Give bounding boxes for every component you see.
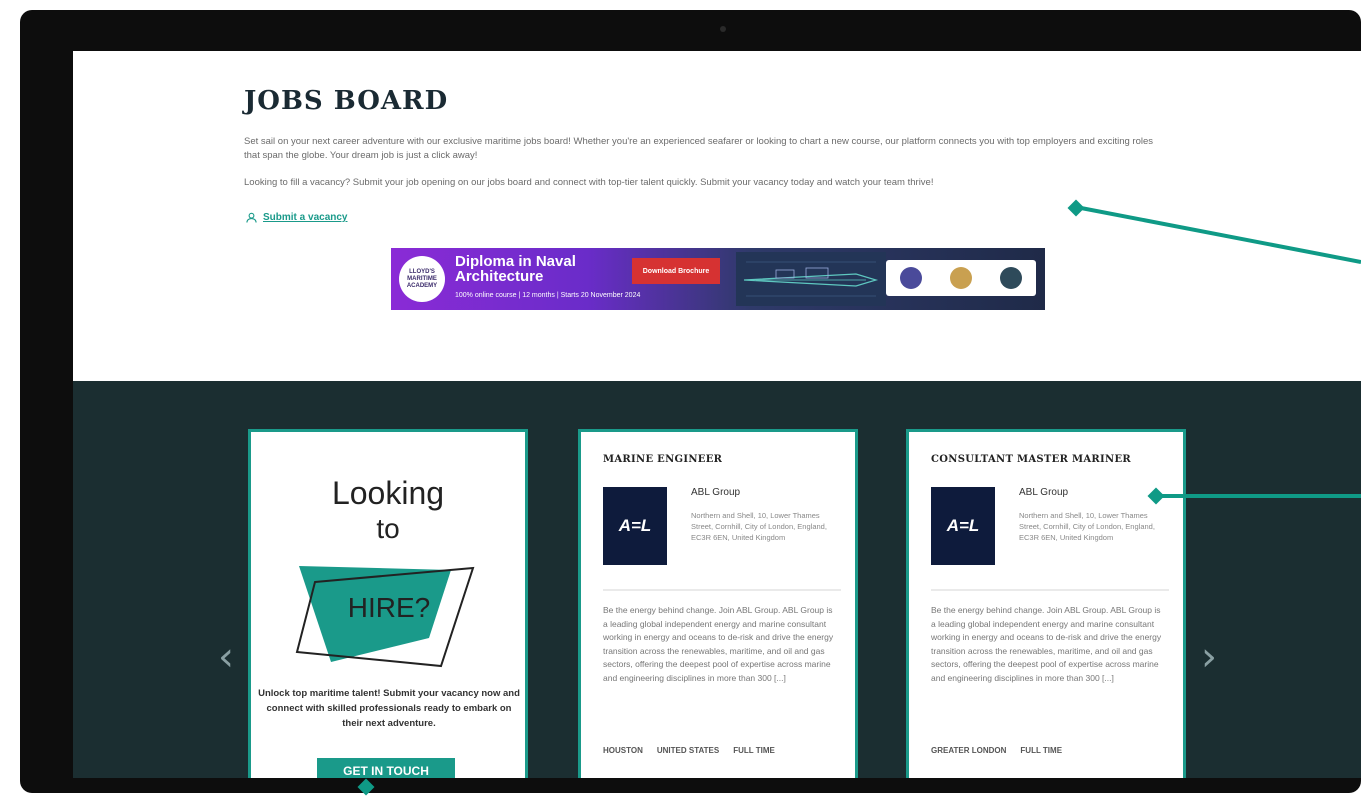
institute-logo-icon [1000,267,1022,289]
device-frame: JOBS BOARD Set sail on your next career … [20,10,1361,793]
hire-description: Unlock top maritime talent! Submit your … [258,688,520,729]
job-title[interactable]: MARINE ENGINEER [603,454,722,465]
ad-banner[interactable]: LLOYD'S MARITIME ACADEMY Diploma in Nava… [391,248,1045,310]
job-tags: HOUSTON UNITED STATES FULL TIME [603,746,775,755]
submit-vacancy-label: Submit a vacancy [263,212,348,223]
company-name: ABL Group [691,487,741,498]
job-tag: FULL TIME [1020,746,1063,755]
intro-text: Set sail on your next career adventure w… [244,136,1153,161]
job-address: Northern and Shell, 10, Lower Thames Str… [691,511,827,542]
user-icon [246,212,257,223]
job-description: Be the energy behind change. Join ABL Gr… [931,605,1162,683]
download-brochure-button[interactable]: Download Brochure [632,258,720,284]
banner-title: Diploma in Naval Architecture [455,253,576,285]
company-logo: A=L [931,487,995,565]
divider [603,589,841,591]
partner-logos [886,260,1036,296]
job-tag: UNITED STATES [656,746,720,755]
job-tags: GREATER LONDON FULL TIME [931,746,1062,755]
job-description: Be the energy behind change. Join ABL Gr… [603,605,834,683]
page-title: JOBS BOARD [244,86,449,116]
job-title[interactable]: CONSULTANT MASTER MARINER [931,454,1131,465]
company-name: ABL Group [1019,487,1069,498]
job-tag: HOUSTON [603,746,643,755]
submit-vacancy-link[interactable]: Submit a vacancy [246,212,347,223]
job-address: Northern and Shell, 10, Lower Thames Str… [1019,511,1155,542]
jobs-carousel-section: ‹ › Looking to HIRE? Unlock top maritime… [73,381,1361,778]
jobs-header-section: JOBS BOARD Set sail on your next career … [73,51,1361,381]
ship-blueprint-icon [736,252,886,306]
hire-word: HIRE? [347,592,431,623]
hire-heading-line1: Looking [331,475,445,511]
camera-dot [720,26,726,32]
job-tag: GREATER LONDON [931,746,1007,755]
job-tag: FULL TIME [733,746,775,755]
get-in-touch-button[interactable]: GET IN TOUCH [317,758,455,778]
job-card[interactable]: CONSULTANT MASTER MARINER A=L ABL Group … [906,429,1186,778]
chevron-right-icon[interactable]: › [1201,637,1217,677]
cpd-logo-icon [900,267,922,289]
divider [931,589,1169,591]
job-card[interactable]: MARINE ENGINEER A=L ABL Group Northern a… [578,429,858,778]
company-logo: A=L [603,487,667,565]
intro-text-vacancy: Looking to fill a vacancy? Submit your j… [244,177,934,188]
academy-logo: LLOYD'S MARITIME ACADEMY [399,256,445,302]
screen: JOBS BOARD Set sail on your next career … [73,51,1361,778]
hire-promo-card: Looking to HIRE? Unlock top maritime tal… [248,429,528,778]
crest-logo-icon [950,267,972,289]
banner-subtitle: 100% online course | 12 months | Starts … [455,292,641,299]
chevron-left-icon[interactable]: ‹ [218,637,234,677]
hire-heading-line2: to [376,513,400,544]
